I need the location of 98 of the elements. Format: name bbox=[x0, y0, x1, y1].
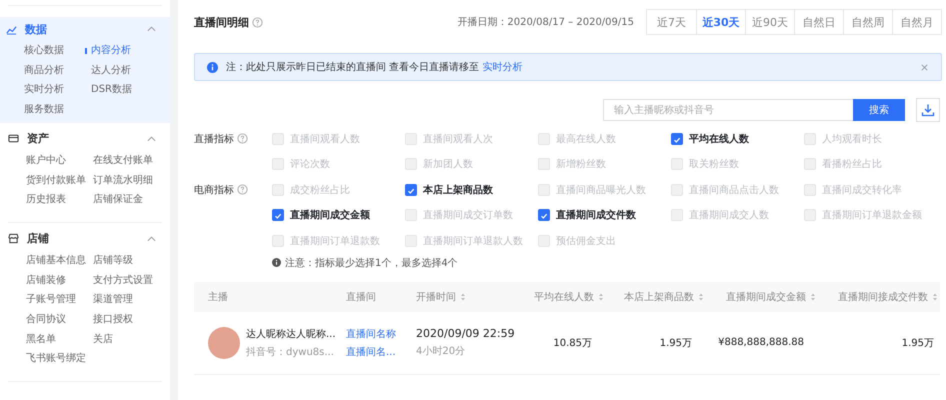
start-time: 2020/09/09 22:59 bbox=[416, 327, 515, 340]
info-icon bbox=[207, 62, 218, 72]
shop-icon bbox=[8, 233, 19, 244]
metric-label: 人均观看时长 bbox=[822, 132, 882, 146]
date-range: 开播日期：2020/08/17 – 2020/09/15 bbox=[457, 16, 634, 29]
search-field[interactable]: 输入主播昵称或抖音号 bbox=[603, 99, 853, 121]
metric-label: 新加团人数 bbox=[423, 158, 473, 172]
column-header[interactable]: 直播期间成交金额 bbox=[726, 290, 816, 304]
note-text: 注意：指标最少选择1个，最多选择4个 bbox=[285, 256, 458, 270]
sidebar-item[interactable]: 合同协议 bbox=[26, 310, 93, 330]
sidebar-item[interactable]: 订单流水明细 bbox=[93, 170, 162, 190]
sidebar-item[interactable]: 黑名单 bbox=[26, 330, 93, 350]
sort-icon[interactable] bbox=[698, 292, 704, 302]
sidebar-item[interactable]: 接口授权 bbox=[93, 310, 162, 330]
section-title[interactable]: 数据 bbox=[25, 22, 147, 36]
column-header[interactable]: 本店上架商品数 bbox=[624, 290, 704, 304]
checkbox[interactable] bbox=[272, 209, 284, 222]
metric-label: 直播间成交转化率 bbox=[822, 184, 902, 197]
room-link[interactable]: 直播间名称 bbox=[346, 326, 396, 340]
metric-label: 新增粉丝数 bbox=[556, 158, 606, 172]
checkbox[interactable] bbox=[538, 209, 550, 222]
metric-label: 直播期间成交订单数 bbox=[423, 208, 513, 222]
help-icon[interactable] bbox=[237, 184, 248, 196]
metric-label: 直播间观看人数 bbox=[290, 132, 360, 146]
metric-label: 评论次数 bbox=[290, 158, 330, 172]
column-header[interactable]: 直播期间接成交件数 bbox=[838, 290, 938, 304]
checkbox[interactable] bbox=[405, 184, 417, 196]
table-cell-text: 10.85万 bbox=[553, 336, 592, 350]
card-icon bbox=[8, 133, 19, 144]
close-icon[interactable] bbox=[920, 62, 929, 72]
table-cell: ¥888,888,888.88 bbox=[718, 337, 804, 348]
metric-label: 取关粉丝数 bbox=[689, 158, 739, 172]
chevron-icon[interactable] bbox=[147, 136, 156, 142]
metric-label: 直播间观看人次 bbox=[423, 132, 493, 146]
sidebar-item[interactable]: 在线支付账单 bbox=[93, 150, 162, 171]
sidebar-item[interactable]: 店铺基本信息 bbox=[26, 250, 93, 271]
table-cell-text: 1.95万 bbox=[660, 336, 692, 350]
download-icon bbox=[921, 103, 935, 117]
sort-icon[interactable] bbox=[810, 292, 816, 302]
sidebar-item[interactable]: 支付方式设置 bbox=[93, 270, 162, 290]
sidebar-item[interactable]: 达人分析 bbox=[91, 60, 162, 80]
sidebar-item[interactable]: 飞书账号绑定 bbox=[26, 349, 93, 370]
avatar bbox=[208, 326, 240, 358]
column-header: 直播间 bbox=[346, 290, 376, 304]
sort-icon[interactable] bbox=[598, 292, 604, 302]
metric-label: 直播期间成交金额 bbox=[290, 208, 370, 222]
sidebar-item[interactable]: 店铺保证金 bbox=[93, 190, 162, 210]
sidebar-item[interactable]: 渠道管理 bbox=[93, 290, 162, 310]
metric-label: 直播期间成交人数 bbox=[689, 208, 769, 222]
download-button[interactable] bbox=[916, 98, 940, 122]
sidebar-item[interactable]: 关店 bbox=[93, 330, 162, 350]
column-header[interactable]: 开播时间 bbox=[416, 290, 466, 304]
room-link[interactable]: 直播间名... bbox=[346, 344, 396, 358]
chevron-icon[interactable] bbox=[147, 236, 156, 242]
metric-group-label: 直播指标 bbox=[194, 132, 234, 146]
info-icon bbox=[272, 258, 281, 267]
column-header: 主播 bbox=[208, 290, 228, 304]
sidebar-item[interactable]: 店铺等级 bbox=[93, 250, 162, 271]
metric-label: 本店上架商品数 bbox=[423, 183, 493, 197]
sidebar-item[interactable]: 历史报表 bbox=[26, 190, 93, 210]
realtime-analysis-link[interactable]: 实时分析 bbox=[482, 62, 522, 73]
metric-label: 直播期间订单退款人数 bbox=[423, 234, 523, 248]
metric-label: 最高在线人数 bbox=[556, 132, 616, 146]
table-cell-text: 1.95万 bbox=[902, 336, 934, 350]
metric-label: 直播期间成交件数 bbox=[556, 208, 636, 222]
chevron-icon[interactable] bbox=[147, 26, 156, 32]
notice-text: 注：此处只展示昨日已结束的直播间 查看今日直播请移至 实时分析 bbox=[226, 60, 522, 74]
section-title[interactable]: 资产 bbox=[27, 131, 147, 146]
metric-label: 预估佣金支出 bbox=[556, 234, 616, 248]
sidebar-item[interactable]: 店铺装修 bbox=[26, 270, 93, 290]
help-icon[interactable] bbox=[237, 133, 248, 144]
sidebar-item[interactable]: 子账号管理 bbox=[26, 290, 93, 310]
sidebar-item[interactable]: 商品分析 bbox=[24, 60, 91, 80]
metric-label: 直播期间订单退款数 bbox=[290, 234, 380, 248]
page-title: 直播间明细 bbox=[194, 14, 249, 30]
column-header[interactable]: 平均在线人数 bbox=[534, 290, 604, 304]
help-icon[interactable] bbox=[252, 16, 263, 28]
section-title[interactable]: 店铺 bbox=[27, 231, 147, 246]
metric-label: 直播间商品点击人数 bbox=[689, 184, 779, 197]
duration: 4小时20分 bbox=[416, 344, 466, 358]
sidebar-item[interactable]: DSR数据 bbox=[91, 80, 162, 100]
sort-icon[interactable] bbox=[932, 292, 938, 302]
metric-group-label: 电商指标 bbox=[194, 184, 234, 197]
anchor-name: 达人昵称达人昵称... bbox=[246, 328, 336, 340]
metric-label: 直播间商品曝光人数 bbox=[556, 184, 646, 197]
sidebar-item[interactable]: 货到付款账单 bbox=[26, 170, 93, 190]
chart-icon bbox=[6, 24, 17, 34]
sidebar-item[interactable]: 服务数据 bbox=[24, 100, 91, 120]
sort-icon[interactable] bbox=[460, 292, 466, 302]
sidebar-item[interactable]: 实时分析 bbox=[24, 80, 91, 100]
metric-label: 平均在线人数 bbox=[689, 132, 749, 146]
account-id: 抖音号：dywu8s... bbox=[246, 346, 334, 358]
checkbox[interactable] bbox=[671, 132, 683, 145]
metric-label: 直播期间订单退款金额 bbox=[822, 208, 922, 222]
metric-label: 看播粉丝占比 bbox=[822, 158, 882, 172]
sidebar-item[interactable]: 账户中心 bbox=[26, 150, 93, 171]
search-button[interactable]: 搜索 bbox=[853, 99, 905, 121]
metric-label: 成交粉丝占比 bbox=[290, 184, 350, 197]
